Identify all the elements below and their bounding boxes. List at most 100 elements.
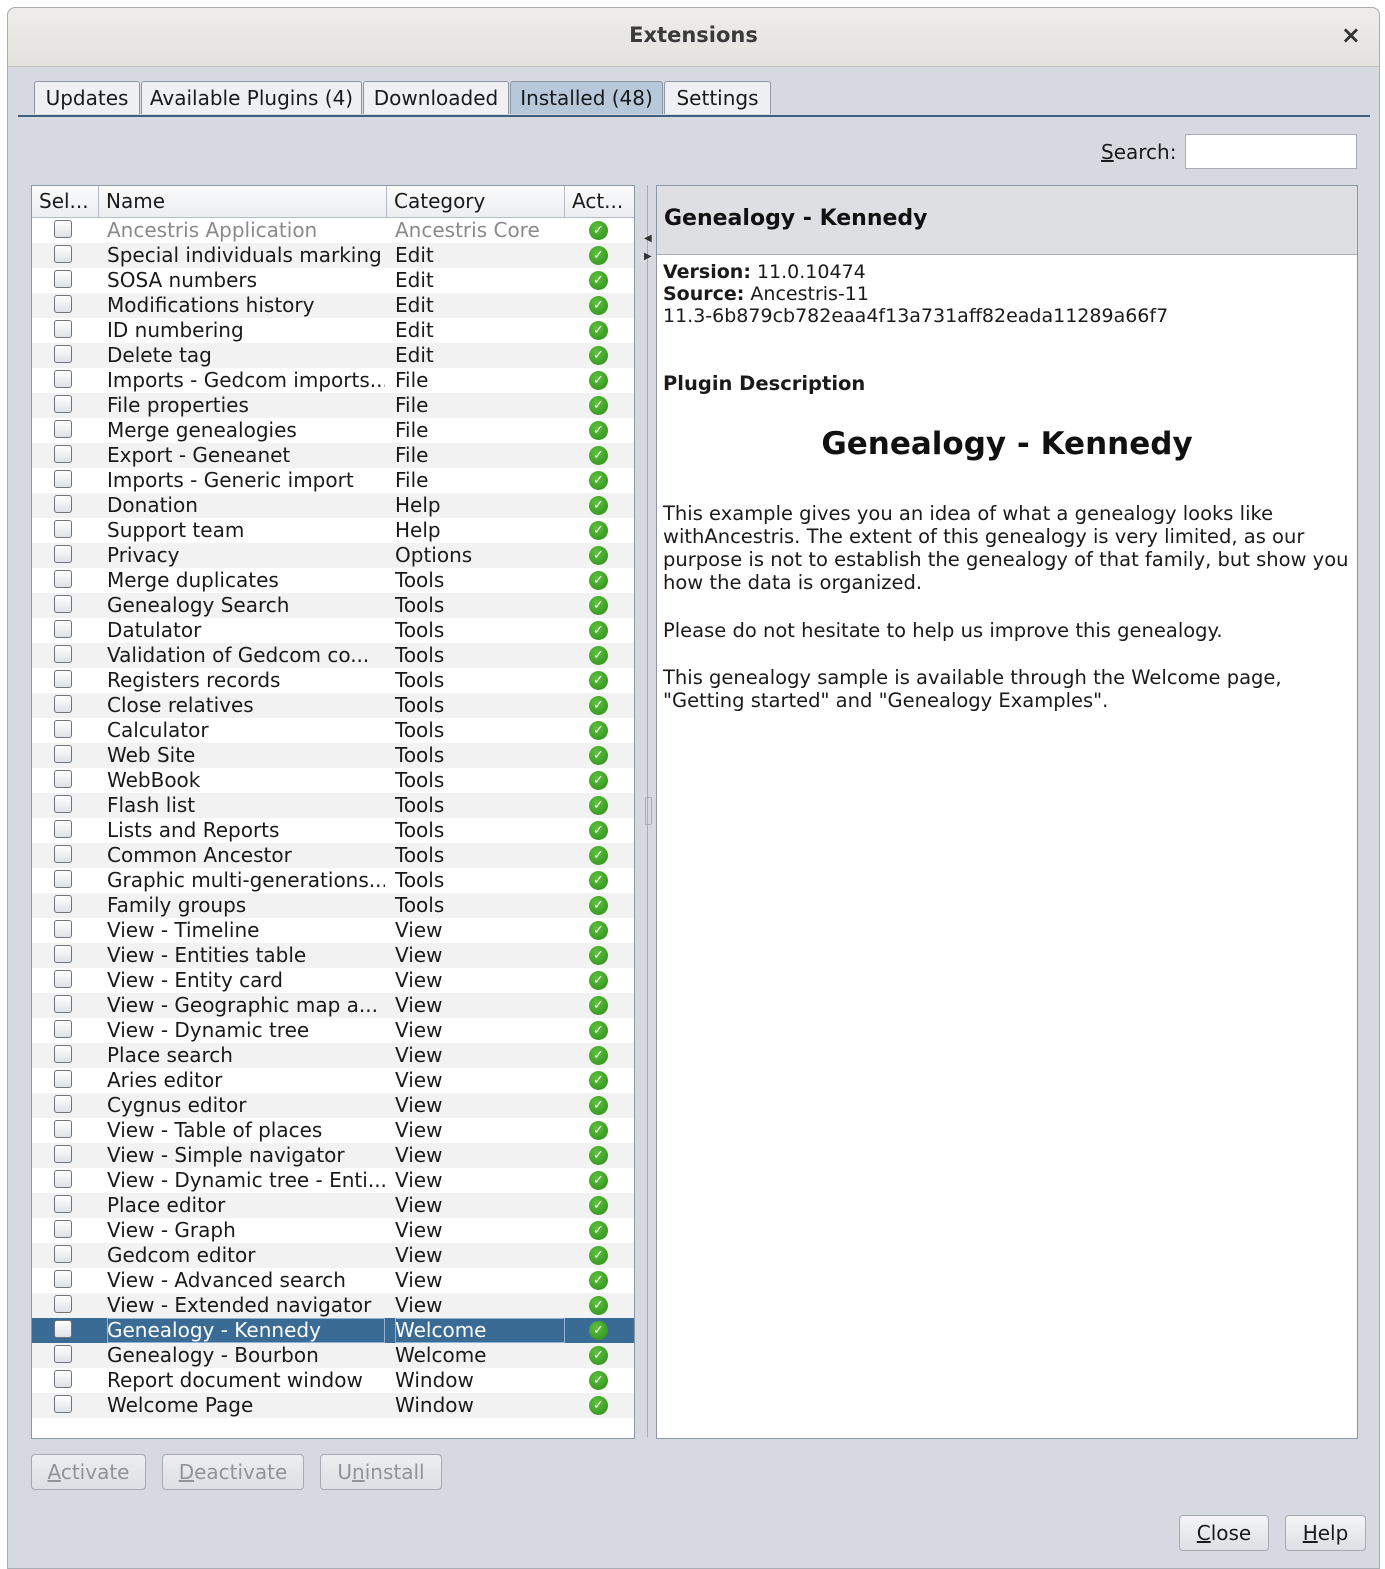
table-row[interactable]: SOSA numbers Edit ✓	[32, 268, 634, 293]
table-row[interactable]: Donation Help ✓	[32, 493, 634, 518]
select-checkbox[interactable]	[54, 920, 72, 938]
table-row[interactable]: Imports - Gedcom imports... File ✓	[32, 368, 634, 393]
select-checkbox[interactable]	[54, 795, 72, 813]
tab-updates[interactable]: Updates	[34, 81, 140, 114]
select-checkbox[interactable]	[54, 470, 72, 488]
select-checkbox[interactable]	[54, 1220, 72, 1238]
table-row[interactable]: Close relatives Tools ✓	[32, 693, 634, 718]
table-row[interactable]: File properties File ✓	[32, 393, 634, 418]
select-checkbox[interactable]	[54, 1295, 72, 1313]
select-checkbox[interactable]	[54, 695, 72, 713]
column-header-name[interactable]: Name	[99, 186, 387, 217]
select-checkbox[interactable]	[54, 970, 72, 988]
table-row[interactable]: Merge genealogies File ✓	[32, 418, 634, 443]
table-row[interactable]: Privacy Options ✓	[32, 543, 634, 568]
select-checkbox[interactable]	[54, 595, 72, 613]
activate-button[interactable]: Activate	[31, 1454, 146, 1490]
select-checkbox[interactable]	[54, 770, 72, 788]
select-checkbox[interactable]	[54, 820, 72, 838]
tab-settings[interactable]: Settings	[664, 81, 771, 114]
column-header-category[interactable]: Category	[387, 186, 565, 217]
select-checkbox[interactable]	[54, 620, 72, 638]
select-checkbox[interactable]	[54, 495, 72, 513]
table-row[interactable]: Place search View ✓	[32, 1043, 634, 1068]
select-checkbox[interactable]	[54, 345, 72, 363]
select-checkbox[interactable]	[54, 220, 72, 238]
table-row[interactable]: Genealogy - Kennedy Welcome ✓	[32, 1318, 634, 1343]
select-checkbox[interactable]	[54, 720, 72, 738]
collapse-left-icon[interactable]: ◀	[644, 233, 652, 244]
table-row[interactable]: Registers records Tools ✓	[32, 668, 634, 693]
select-checkbox[interactable]	[54, 745, 72, 763]
select-checkbox[interactable]	[54, 270, 72, 288]
close-window-icon[interactable]: ×	[1341, 21, 1361, 49]
table-row[interactable]: Family groups Tools ✓	[32, 893, 634, 918]
select-checkbox[interactable]	[54, 1070, 72, 1088]
table-row[interactable]: View - Extended navigator View ✓	[32, 1293, 634, 1318]
select-checkbox[interactable]	[54, 1170, 72, 1188]
table-row[interactable]: View - Advanced search View ✓	[32, 1268, 634, 1293]
table-row[interactable]: Cygnus editor View ✓	[32, 1093, 634, 1118]
table-row[interactable]: Imports - Generic import File ✓	[32, 468, 634, 493]
select-checkbox[interactable]	[54, 245, 72, 263]
close-button[interactable]: Close	[1179, 1515, 1269, 1551]
select-checkbox[interactable]	[54, 995, 72, 1013]
collapse-right-icon[interactable]: ▶	[644, 251, 652, 262]
drag-handle-icon[interactable]	[645, 797, 652, 825]
select-checkbox[interactable]	[54, 570, 72, 588]
select-checkbox[interactable]	[54, 895, 72, 913]
select-checkbox[interactable]	[54, 395, 72, 413]
select-checkbox[interactable]	[54, 545, 72, 563]
table-row[interactable]: Genealogy Search Tools ✓	[32, 593, 634, 618]
deactivate-button[interactable]: Deactivate	[162, 1454, 304, 1490]
select-checkbox[interactable]	[54, 670, 72, 688]
select-checkbox[interactable]	[54, 1245, 72, 1263]
select-checkbox[interactable]	[54, 870, 72, 888]
table-row[interactable]: View - Simple navigator View ✓	[32, 1143, 634, 1168]
table-row[interactable]: Lists and Reports Tools ✓	[32, 818, 634, 843]
select-checkbox[interactable]	[54, 1270, 72, 1288]
table-row[interactable]: Common Ancestor Tools ✓	[32, 843, 634, 868]
tab-downloaded[interactable]: Downloaded	[363, 81, 509, 114]
table-row[interactable]: Place editor View ✓	[32, 1193, 634, 1218]
table-row[interactable]: Flash list Tools ✓	[32, 793, 634, 818]
select-checkbox[interactable]	[54, 645, 72, 663]
select-checkbox[interactable]	[54, 1020, 72, 1038]
select-checkbox[interactable]	[54, 420, 72, 438]
table-row[interactable]: Modifications history Edit ✓	[32, 293, 634, 318]
column-header-select[interactable]: Sel...	[32, 186, 99, 217]
select-checkbox[interactable]	[54, 1195, 72, 1213]
select-checkbox[interactable]	[54, 1120, 72, 1138]
table-row[interactable]: View - Entity card View ✓	[32, 968, 634, 993]
table-row[interactable]: ID numbering Edit ✓	[32, 318, 634, 343]
table-row[interactable]: Support team Help ✓	[32, 518, 634, 543]
table-row[interactable]: View - Graph View ✓	[32, 1218, 634, 1243]
help-button[interactable]: Help	[1285, 1515, 1366, 1551]
select-checkbox[interactable]	[54, 845, 72, 863]
table-row[interactable]: Ancestris Application Ancestris Core ✓	[32, 218, 634, 243]
table-row[interactable]: View - Dynamic tree View ✓	[32, 1018, 634, 1043]
select-checkbox[interactable]	[54, 1095, 72, 1113]
select-checkbox[interactable]	[54, 370, 72, 388]
table-row[interactable]: View - Timeline View ✓	[32, 918, 634, 943]
select-checkbox[interactable]	[54, 320, 72, 338]
table-row[interactable]: Aries editor View ✓	[32, 1068, 634, 1093]
table-row[interactable]: Datulator Tools ✓	[32, 618, 634, 643]
table-row[interactable]: WebBook Tools ✓	[32, 768, 634, 793]
select-checkbox[interactable]	[54, 1370, 72, 1388]
select-checkbox[interactable]	[54, 1395, 72, 1413]
column-header-active[interactable]: Act...	[565, 186, 634, 217]
select-checkbox[interactable]	[54, 520, 72, 538]
select-checkbox[interactable]	[54, 1045, 72, 1063]
table-row[interactable]: Validation of Gedcom co... Tools ✓	[32, 643, 634, 668]
table-row[interactable]: Graphic multi-generations... Tools ✓	[32, 868, 634, 893]
tab-installed[interactable]: Installed (48)	[510, 81, 663, 114]
select-checkbox[interactable]	[54, 445, 72, 463]
tab-available-plugins[interactable]: Available Plugins (4)	[141, 81, 362, 114]
table-row[interactable]: View - Dynamic tree - Enti... View ✓	[32, 1168, 634, 1193]
select-checkbox[interactable]	[54, 1145, 72, 1163]
split-divider[interactable]: ◀ ▶	[642, 185, 654, 1437]
table-row[interactable]: Merge duplicates Tools ✓	[32, 568, 634, 593]
table-row[interactable]: View - Entities table View ✓	[32, 943, 634, 968]
table-row[interactable]: Report document window Window ✓	[32, 1368, 634, 1393]
